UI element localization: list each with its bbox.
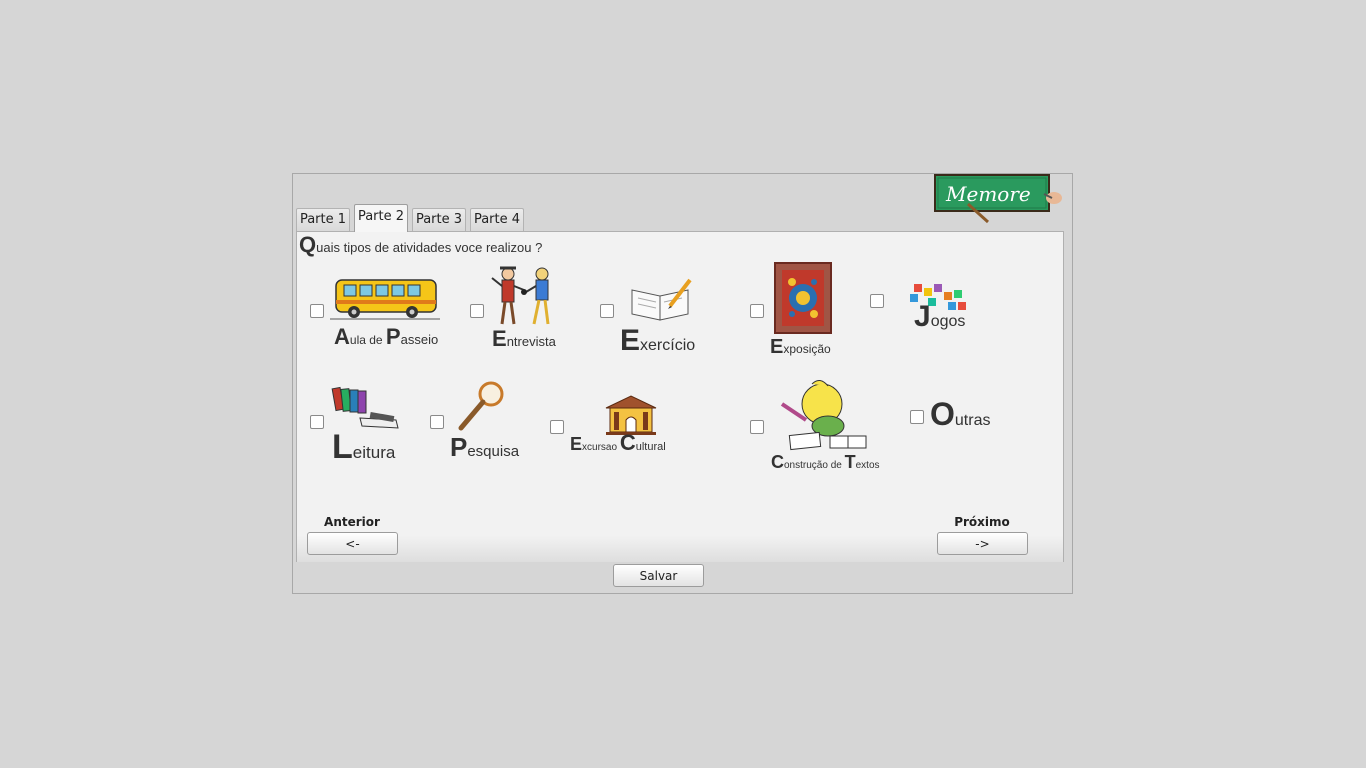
checkbox-pesquisa[interactable] (430, 415, 444, 429)
label-exercicio: Exercício (620, 324, 696, 357)
magnifier-icon (458, 381, 504, 431)
label-excursao: Excursao Cultural (570, 430, 666, 455)
question-text: Quais tipos de atividades voce realizou … (299, 232, 542, 258)
book-pencil-icon (631, 278, 692, 321)
question-rest: uais tipos de atividades voce realizou ? (316, 240, 543, 255)
next-button[interactable]: -> (937, 532, 1028, 555)
child-writing-icon (780, 380, 867, 451)
checkbox-exposicao[interactable] (750, 304, 764, 318)
tab-panel: Quais tipos de atividades voce realizou … (296, 231, 1064, 562)
checkbox-jogos[interactable] (870, 294, 884, 308)
checkbox-aula-passeio[interactable] (310, 304, 324, 318)
school-bus-icon (330, 279, 440, 320)
tab-parte-1[interactable]: Parte 1 (296, 208, 350, 231)
label-pesquisa: Pesquisa (450, 432, 520, 462)
logo-text: Memore (945, 182, 1031, 206)
interview-icon (491, 266, 550, 325)
checkbox-entrevista[interactable] (470, 304, 484, 318)
checkbox-excursao[interactable] (550, 420, 564, 434)
label-construcao: Construção de Textos (771, 452, 880, 472)
label-aula-passeio: Aula de Passeio (334, 324, 439, 349)
form-window: Memore Parte 1 Parte 2 Parte 3 Parte 4 Q… (292, 173, 1073, 594)
save-button[interactable]: Salvar (613, 564, 704, 587)
previous-label: Anterior (324, 515, 380, 529)
books-icon (331, 386, 399, 429)
label-entrevista: Entrevista (492, 326, 556, 351)
tab-parte-3[interactable]: Parte 3 (412, 208, 466, 231)
tab-parte-4[interactable]: Parte 4 (470, 208, 524, 231)
checkbox-leitura[interactable] (310, 415, 324, 429)
memore-logo: Memore (934, 174, 1062, 224)
tab-parte-2[interactable]: Parte 2 (354, 204, 408, 232)
checkbox-outras[interactable] (910, 410, 924, 424)
label-leitura: Leitura (332, 428, 396, 466)
label-outras: Outras (930, 396, 991, 432)
label-jogos: Jogos (914, 300, 966, 333)
previous-button[interactable]: <- (307, 532, 398, 555)
next-label: Próximo (954, 515, 1010, 529)
checkbox-exercicio[interactable] (600, 304, 614, 318)
question-initial: Q (299, 232, 317, 257)
label-exposicao: Exposição (770, 336, 831, 358)
checkbox-construcao[interactable] (750, 420, 764, 434)
framed-painting-icon (774, 262, 832, 334)
